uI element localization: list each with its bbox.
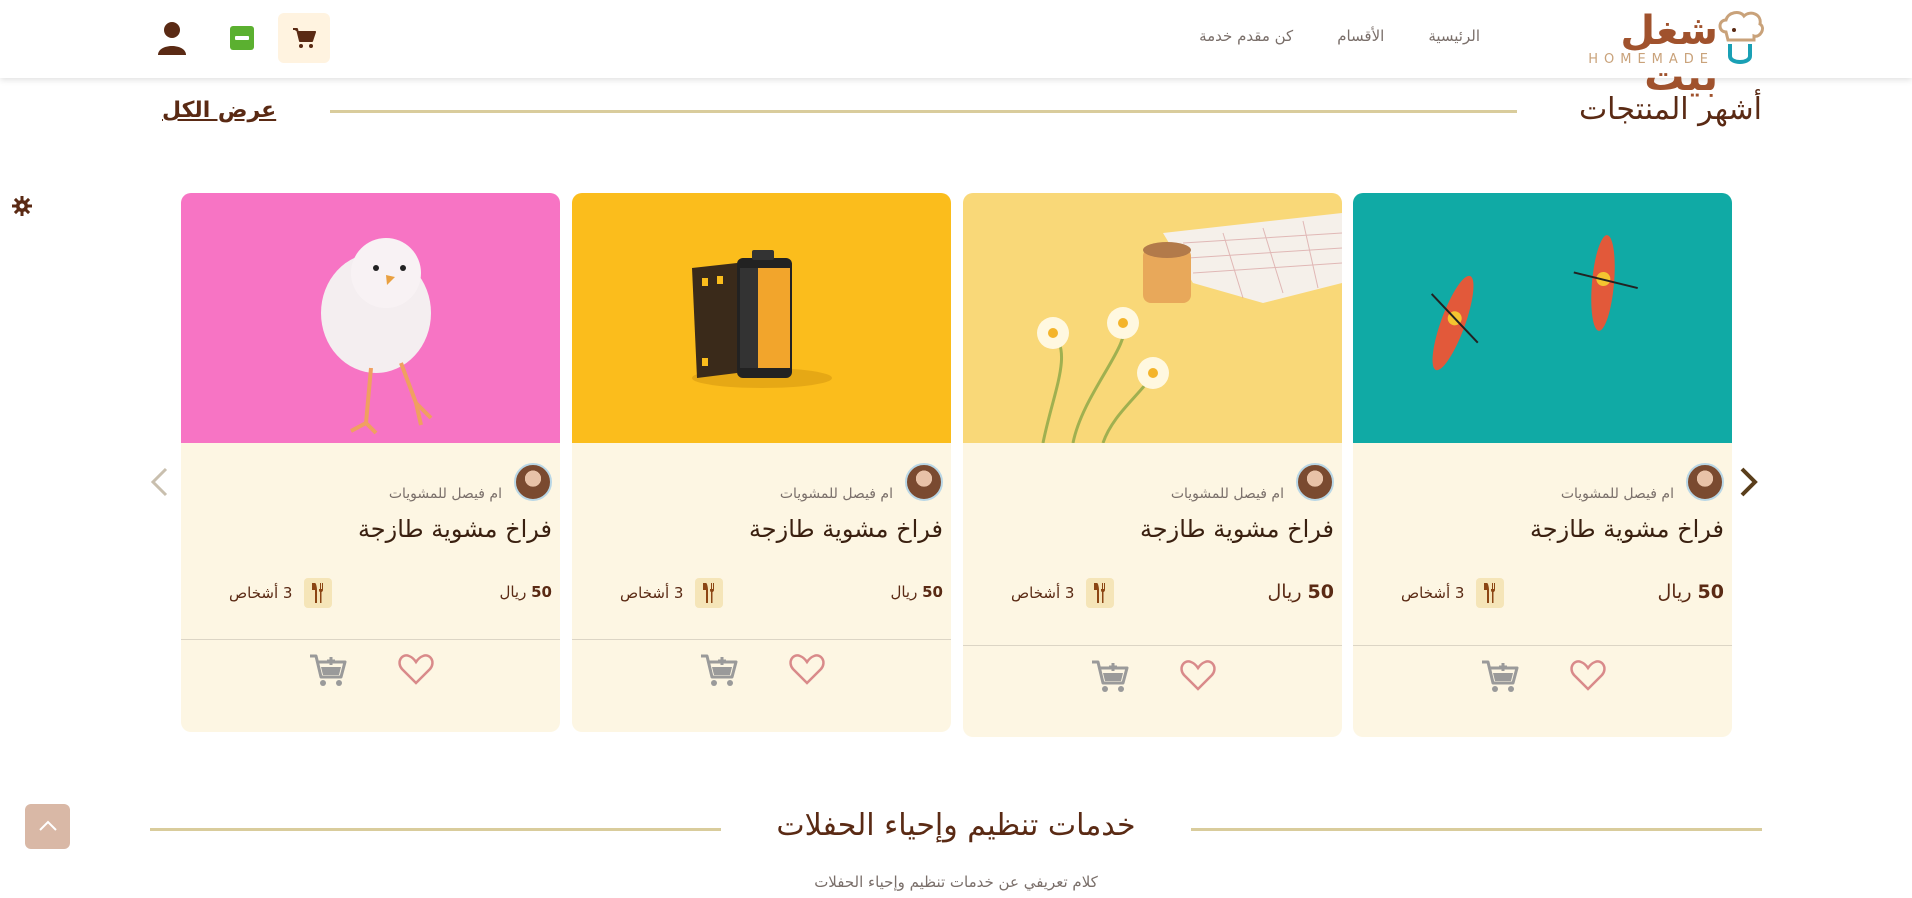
product-price: 50 ريال (1267, 581, 1334, 603)
product-title[interactable]: فراخ مشوية طازجة (358, 515, 552, 543)
chef-hat-icon (1716, 10, 1764, 70)
nav-categories[interactable]: الأقسام (1337, 27, 1384, 45)
price-currency: ريال (890, 583, 918, 601)
seller-avatar[interactable] (1296, 463, 1334, 501)
seller-name[interactable]: ام فيصل للمشويات (1171, 486, 1284, 502)
add-to-cart-icon[interactable] (308, 653, 348, 693)
card-actions (963, 659, 1342, 699)
price-value: 50 (1307, 581, 1334, 603)
top-header: شغل بيت HOMEMADE الرئيسية الأقسام كن مقد… (0, 0, 1912, 100)
view-all-link[interactable]: عرض الكل (162, 98, 276, 123)
serving-size: 3 أشخاص (620, 578, 724, 608)
seller-avatar[interactable] (1686, 463, 1724, 501)
product-image[interactable] (1353, 193, 1732, 443)
seller-avatar[interactable] (905, 463, 943, 501)
heart-icon[interactable] (397, 653, 434, 693)
saudi-flag-icon[interactable] (230, 26, 254, 50)
product-card[interactable]: ام فيصل للمشويات فراخ مشوية طازجة 50 ريا… (181, 193, 560, 732)
seller-name[interactable]: ام فيصل للمشويات (780, 486, 893, 502)
product-price: 50 ريال (890, 583, 943, 601)
cart-icon (293, 28, 316, 48)
product-info: ام فيصل للمشويات فراخ مشوية طازجة 50 ريا… (181, 443, 560, 686)
seller-name[interactable]: ام فيصل للمشويات (389, 486, 502, 502)
card-actions (181, 653, 560, 693)
fork-knife-icon (695, 578, 724, 608)
persons-count: 3 أشخاص (229, 584, 293, 602)
product-title[interactable]: فراخ مشوية طازجة (1140, 515, 1334, 543)
product-title[interactable]: فراخ مشوية طازجة (749, 515, 943, 543)
card-divider (181, 639, 560, 640)
scroll-to-top-button[interactable] (25, 804, 70, 849)
section-subtitle-events: كلام تعريفي عن خدمات تنظيم وإحياء الحفلا… (814, 873, 1098, 891)
product-info: ام فيصل للمشويات فراخ مشوية طازجة 50 ريا… (963, 443, 1342, 692)
gear-icon[interactable] (12, 196, 32, 220)
product-info: ام فيصل للمشويات فراخ مشوية طازجة 50 ريا… (572, 443, 951, 686)
product-card[interactable]: ام فيصل للمشويات فراخ مشوية طازجة 50 ريا… (572, 193, 951, 732)
persons-count: 3 أشخاص (1011, 584, 1075, 602)
price-currency: ريال (1267, 581, 1302, 603)
card-divider (572, 639, 951, 640)
header-actions (156, 13, 330, 63)
arrow-up-icon (38, 820, 57, 831)
card-divider (1353, 645, 1732, 646)
card-actions (572, 653, 951, 693)
heart-icon[interactable] (788, 653, 825, 693)
add-to-cart-icon[interactable] (1090, 659, 1130, 699)
nav-home[interactable]: الرئيسية (1428, 27, 1480, 45)
price-value: 50 (1697, 581, 1724, 603)
persons-count: 3 أشخاص (1401, 584, 1465, 602)
section-title-events: خدمات تنظيم وإحياء الحفلات (776, 808, 1136, 843)
main-nav: الرئيسية الأقسام كن مقدم خدمة (1199, 27, 1480, 45)
chevron-right-icon (1740, 467, 1758, 497)
fork-knife-icon (304, 578, 333, 608)
nav-become-provider[interactable]: كن مقدم خدمة (1199, 27, 1293, 45)
product-price: 50 ريال (1657, 581, 1724, 603)
product-image[interactable] (963, 193, 1342, 443)
seller-name[interactable]: ام فيصل للمشويات (1561, 486, 1674, 502)
add-to-cart-icon[interactable] (1480, 659, 1520, 699)
persons-count: 3 أشخاص (620, 584, 684, 602)
fork-knife-icon (1086, 578, 1115, 608)
carousel-next-arrow[interactable] (1738, 466, 1760, 502)
card-actions (1353, 659, 1732, 699)
product-card[interactable]: ام فيصل للمشويات فراخ مشوية طازجة 50 ريا… (1353, 193, 1732, 737)
cart-button[interactable] (278, 13, 330, 63)
price-currency: ريال (1657, 581, 1692, 603)
logo[interactable]: شغل بيت HOMEMADE (1564, 8, 1764, 100)
product-card[interactable]: ام فيصل للمشويات فراخ مشوية طازجة 50 ريا… (963, 193, 1342, 737)
product-title[interactable]: فراخ مشوية طازجة (1530, 515, 1724, 543)
product-image[interactable] (572, 193, 951, 443)
product-info: ام فيصل للمشويات فراخ مشوية طازجة 50 ريا… (1353, 443, 1732, 692)
chevron-left-icon (150, 467, 168, 497)
add-to-cart-icon[interactable] (699, 653, 739, 693)
price-value: 50 (922, 583, 943, 601)
user-icon[interactable] (156, 20, 188, 56)
serving-size: 3 أشخاص (1401, 578, 1505, 608)
section-divider-line (330, 110, 1517, 113)
product-image[interactable] (181, 193, 560, 443)
seller-avatar[interactable] (514, 463, 552, 501)
fork-knife-icon (1476, 578, 1505, 608)
carousel-prev-arrow[interactable] (148, 466, 170, 502)
logo-text-english: HOMEMADE (1588, 52, 1714, 67)
heart-icon[interactable] (1179, 659, 1216, 699)
price-currency: ريال (499, 583, 527, 601)
heart-icon[interactable] (1569, 659, 1606, 699)
card-divider (963, 645, 1342, 646)
serving-size: 3 أشخاص (1011, 578, 1115, 608)
product-price: 50 ريال (499, 583, 552, 601)
price-value: 50 (531, 583, 552, 601)
serving-size: 3 أشخاص (229, 578, 333, 608)
